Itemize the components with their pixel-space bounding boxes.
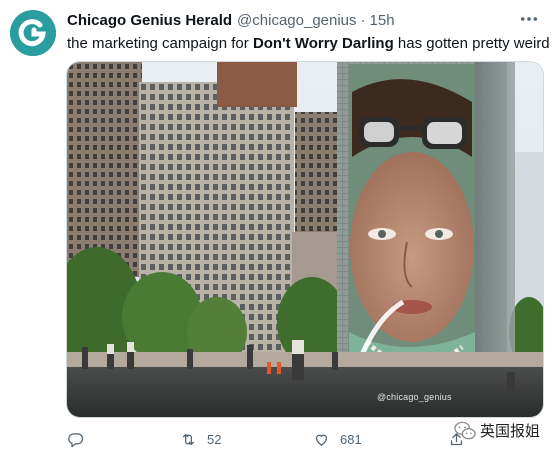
tweet-header: Chicago Genius Herald @chicago_genius · … <box>67 10 537 30</box>
retweet-count: 52 <box>207 431 222 447</box>
source-watermark-text: 英国报姐 <box>480 422 541 440</box>
timestamp[interactable]: 15h <box>370 12 395 29</box>
wechat-logo-icon <box>454 421 476 439</box>
tweet-text-end: has gotten pretty weird <box>393 35 550 52</box>
photo-watermark: @chicago_genius <box>377 392 452 402</box>
separator-dot: · <box>360 11 366 29</box>
more-dots-icon <box>520 17 538 21</box>
tweet-text-bold: Don't Worry Darling <box>252 35 394 52</box>
reply-button[interactable] <box>67 428 94 450</box>
chicago-genius-logo-icon <box>10 10 56 56</box>
avatar[interactable] <box>10 10 56 56</box>
like-button[interactable]: 681 <box>313 428 362 450</box>
like-count: 681 <box>340 431 362 447</box>
reply-bubble-icon <box>68 432 84 447</box>
retweet-button[interactable]: 52 <box>180 428 221 450</box>
more-options-button[interactable] <box>515 8 543 30</box>
retweet-icon <box>182 433 195 445</box>
tweet-photo[interactable]: @chicago_genius <box>66 61 544 418</box>
user-handle[interactable]: @chicago_genius <box>237 12 356 29</box>
tweet-text: the marketing campaign for Don't Worry D… <box>67 34 550 54</box>
tweet-text-start: the marketing campaign for <box>67 35 253 52</box>
photo-crown-fountain <box>67 62 543 417</box>
heart-icon <box>315 434 328 446</box>
display-name[interactable]: Chicago Genius Herald <box>67 12 232 29</box>
source-watermark: 英国报姐 <box>454 420 540 441</box>
